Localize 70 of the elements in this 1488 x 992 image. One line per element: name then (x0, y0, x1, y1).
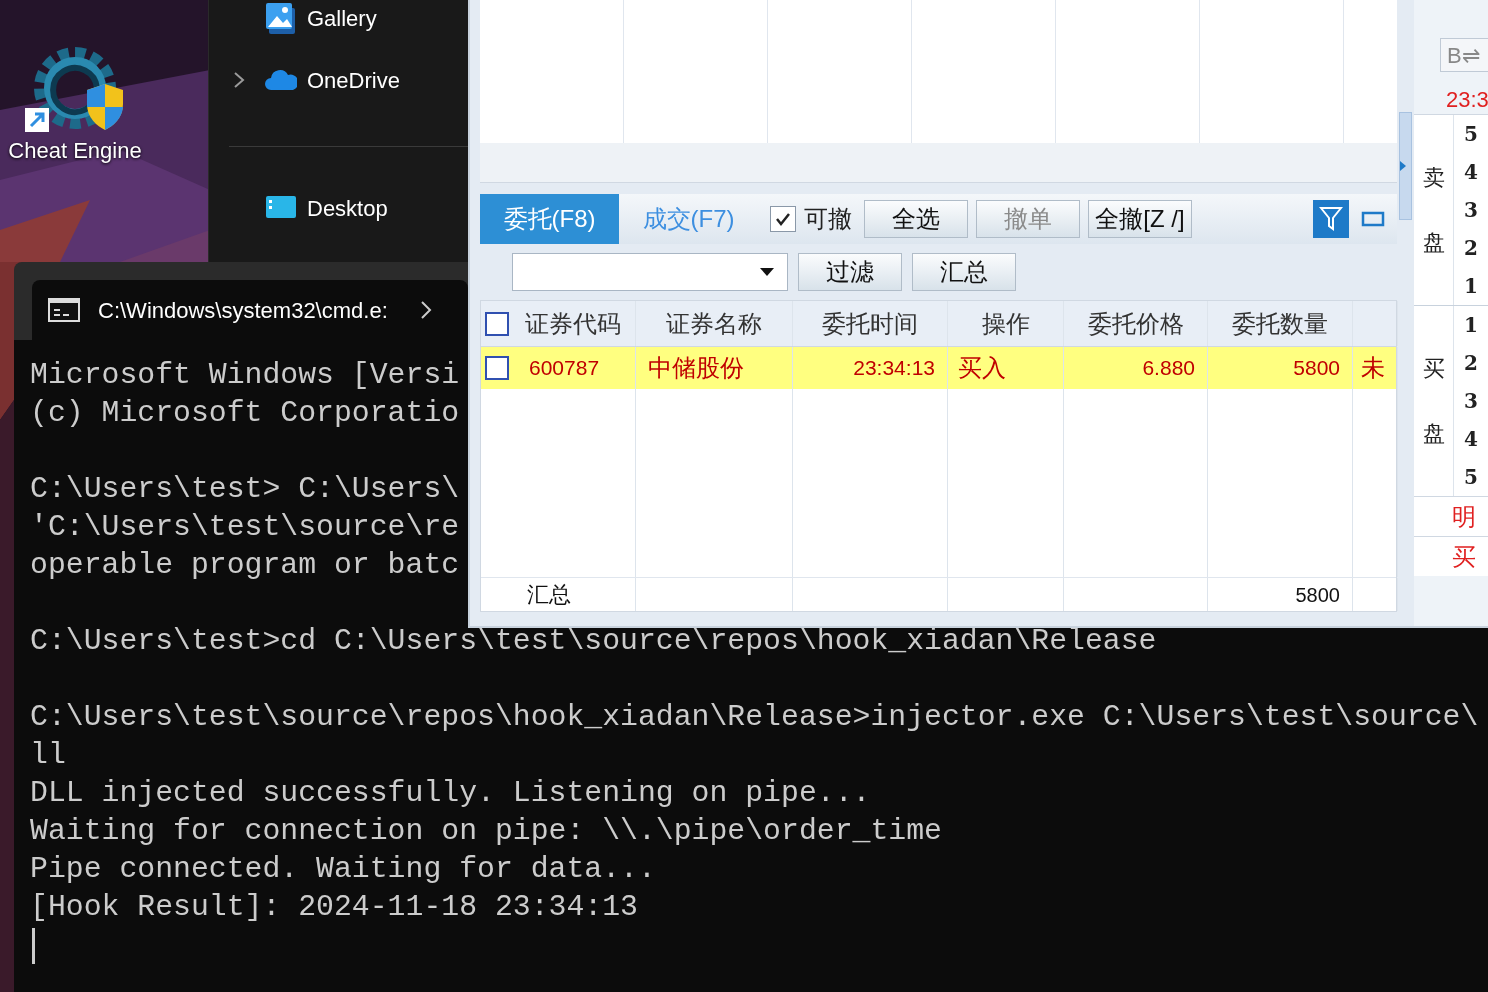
terminal-line: Microsoft Windows [Versi (30, 357, 460, 394)
nav-item[interactable]: OneDrive (307, 63, 400, 97)
level-number: 2 (1464, 235, 1478, 262)
checkbox[interactable] (485, 311, 509, 336)
window-icon[interactable] (1361, 211, 1385, 227)
column-header: 操作 (981, 308, 1030, 339)
terminal-line: ll (30, 737, 66, 774)
dropdown-field[interactable] (512, 253, 788, 291)
terminal-line: C:\Users\test>cd C:\Users\test\source\repos\hook_xiadan\Release (30, 623, 1157, 660)
checkbox[interactable] (485, 356, 509, 380)
level-number: 5 (1464, 464, 1478, 491)
terminal-tab[interactable]: C:\Windows\system32\cmd.e: (32, 280, 468, 340)
side-label: 卖 (1422, 164, 1445, 192)
table-cell-text: 5800 (1295, 582, 1340, 608)
toolbar-button[interactable]: 全撤[Z /] (1088, 200, 1192, 238)
tab-title: C:\Windows\system32\cmd.e: (98, 296, 388, 325)
caret-icon (1400, 161, 1406, 171)
column-header: 委托时间 (822, 308, 918, 339)
check-icon (775, 212, 791, 226)
tab[interactable]: 委托(F8) (480, 194, 619, 244)
toolbar-button[interactable]: 过滤 (798, 253, 902, 291)
table-cell-text: 未 (1361, 353, 1385, 383)
toolbar-button[interactable]: 汇总 (912, 253, 1016, 291)
table-row[interactable]: 600787 中储股份 23:34:13 买入 6.880 5800 未 (481, 347, 1396, 389)
terminal-line: (c) Microsoft Corporatio (30, 395, 460, 432)
level-number: 1 (1464, 273, 1478, 300)
side-label: 盘 (1422, 420, 1445, 448)
level-number: 4 (1464, 159, 1478, 186)
dropdown-arrow-icon (759, 267, 775, 277)
chevron-icon[interactable] (419, 300, 432, 320)
time-text: 23:3 (1445, 86, 1488, 114)
level-number: 4 (1464, 426, 1478, 453)
text-cursor (32, 928, 35, 964)
table-cell-text: 中储股份 (648, 353, 744, 383)
terminal-icon (48, 298, 80, 322)
level-number: 3 (1464, 388, 1478, 415)
filter-icon (1319, 206, 1343, 232)
column-header: 委托价格 (1087, 308, 1184, 339)
filter-button[interactable] (1313, 200, 1349, 238)
terminal-line: 'C:\Users\test\source\re (30, 509, 460, 546)
table-cell-text: 6.880 (1142, 355, 1195, 382)
toolbar-button[interactable]: 全选 (864, 200, 968, 238)
terminal-line: Waiting for connection on pipe: \\.\pipe\order_time (30, 813, 942, 850)
summary-label: 汇总 (527, 581, 571, 609)
table-cell-text: 23:34:13 (853, 355, 935, 382)
nav-item[interactable]: Desktop (307, 191, 388, 225)
gallery-icon (265, 2, 297, 34)
side-label: 买 (1422, 355, 1445, 383)
table-cell-text: 600787 (529, 355, 600, 382)
nav-item[interactable]: Gallery (307, 1, 377, 35)
checkbox-label: 可撤 (804, 204, 852, 234)
table-cell-text: 买入 (958, 353, 1006, 383)
checkbox[interactable] (770, 206, 796, 232)
terminal-line: C:\Users\test> C:\Users\ (30, 471, 460, 508)
terminal-line: Pipe connected. Waiting for data... (30, 851, 656, 888)
terminal-line: operable program or batc (30, 547, 460, 584)
terminal-line: DLL injected successfully. Listening on pipe... (30, 775, 871, 812)
level-number: 3 (1464, 197, 1478, 224)
scrollbar-handle[interactable] (1399, 112, 1412, 220)
terminal-line: [Hook Result]: 2024-11-18 23:34:13 (30, 889, 638, 926)
level-number: 2 (1464, 350, 1478, 377)
column-header: 证券名称 (666, 308, 762, 339)
shortcut-label[interactable]: Cheat Engine (8, 134, 142, 167)
column-header: 委托数量 (1232, 308, 1328, 339)
terminal-line: C:\Users\test\source\repos\hook_xiadan\Release>injector.exe C:\Users\test\source\ (30, 699, 1479, 736)
level-number: 1 (1464, 312, 1478, 339)
column-header: 证券代码 (525, 308, 621, 339)
side-label: 盘 (1422, 229, 1445, 257)
table-cell-text: 5800 (1293, 355, 1340, 382)
level-number: 5 (1464, 121, 1478, 148)
